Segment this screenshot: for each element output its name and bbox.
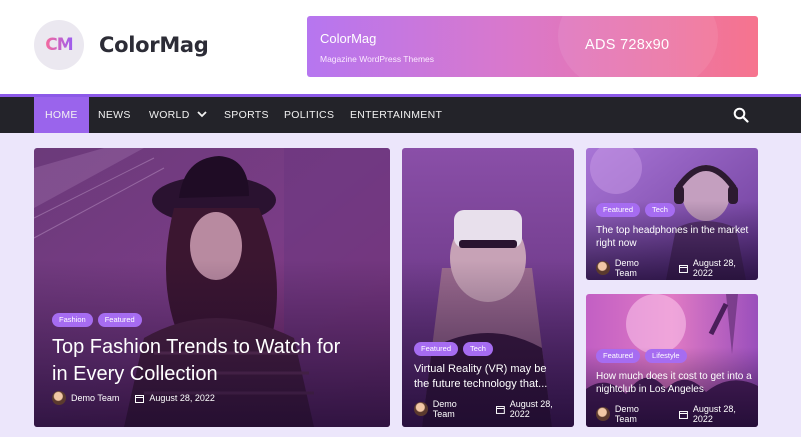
post-meta: Demo Team August 28, 2022	[596, 258, 758, 278]
post-meta: Demo Team August 28, 2022	[414, 399, 574, 419]
post-author[interactable]: Demo Team	[615, 404, 663, 424]
logo-mark: CM	[45, 35, 73, 55]
author-avatar	[414, 402, 428, 416]
post-title[interactable]: Virtual Reality (VR) may be the future t…	[414, 362, 564, 392]
post-card-vr[interactable]: Featured Tech Virtual Reality (VR) may b…	[402, 148, 574, 427]
ad-size-label: ADS 728x90	[585, 37, 670, 53]
site-header: CM ColorMag ColorMag Magazine WordPress …	[0, 0, 801, 94]
post-date[interactable]: August 28, 2022	[693, 258, 758, 278]
site-title[interactable]: ColorMag	[99, 33, 209, 57]
main-navigation: HOME NEWS WORLD SPORTS POLITICS ENTERTAI…	[0, 94, 801, 133]
tag-tech[interactable]: Tech	[463, 342, 493, 356]
chevron-down-icon	[197, 111, 207, 118]
post-title[interactable]: Top Fashion Trends to Watch for in Every…	[52, 334, 352, 388]
tag-featured[interactable]: Featured	[414, 342, 459, 356]
tag-fashion[interactable]: Fashion	[52, 313, 93, 327]
tag-lifestyle[interactable]: Lifestyle	[645, 349, 687, 363]
post-title[interactable]: How much does it cost to get into a nigh…	[596, 370, 754, 396]
tag-featured[interactable]: Featured	[596, 349, 641, 363]
tag-featured[interactable]: Featured	[596, 203, 641, 217]
calendar-icon	[495, 405, 505, 414]
post-meta: Demo Team August 28, 2022	[596, 404, 758, 424]
post-tags: Featured Lifestyle	[596, 349, 687, 363]
post-tags: Fashion Featured	[52, 313, 142, 327]
post-tags: Featured Tech	[414, 342, 493, 356]
author-avatar	[596, 261, 610, 275]
nav-item-world[interactable]: WORLD	[149, 97, 207, 133]
post-date[interactable]: August 28, 2022	[693, 404, 758, 424]
feature-post-card[interactable]: Fashion Featured Top Fashion Trends to W…	[34, 148, 390, 427]
author-avatar	[52, 391, 66, 405]
tag-tech[interactable]: Tech	[645, 203, 675, 217]
post-title[interactable]: The top headphones in the market right n…	[596, 224, 752, 250]
calendar-icon	[135, 394, 145, 403]
ad-subtitle: Magazine WordPress Themes	[320, 54, 435, 64]
search-icon[interactable]	[733, 107, 749, 123]
author-avatar	[596, 407, 610, 421]
ad-banner[interactable]: ColorMag Magazine WordPress Themes ADS 7…	[307, 16, 758, 77]
nav-item-sports[interactable]: SPORTS	[224, 97, 269, 133]
post-date[interactable]: August 28, 2022	[149, 393, 215, 403]
post-date[interactable]: August 28, 2022	[510, 399, 574, 419]
calendar-icon	[678, 410, 688, 419]
calendar-icon	[678, 264, 688, 273]
post-meta: Demo Team August 28, 2022	[52, 391, 215, 405]
tag-featured[interactable]: Featured	[97, 313, 142, 327]
content-divider	[0, 437, 801, 445]
nav-item-politics[interactable]: POLITICS	[284, 97, 334, 133]
post-card-nightclub[interactable]: Featured Lifestyle How much does it cost…	[586, 294, 758, 427]
post-author[interactable]: Demo Team	[71, 393, 119, 403]
post-card-headphones[interactable]: Featured Tech The top headphones in the …	[586, 148, 758, 280]
post-tags: Featured Tech	[596, 203, 675, 217]
nav-item-home[interactable]: HOME	[34, 97, 89, 133]
nav-item-entertainment[interactable]: ENTERTAINMENT	[350, 97, 442, 133]
post-author[interactable]: Demo Team	[433, 399, 480, 419]
post-author[interactable]: Demo Team	[615, 258, 663, 278]
site-logo[interactable]: CM	[34, 20, 84, 70]
ad-title: ColorMag	[320, 31, 377, 46]
nav-item-world-label: WORLD	[149, 109, 190, 121]
nav-item-news[interactable]: NEWS	[98, 97, 131, 133]
